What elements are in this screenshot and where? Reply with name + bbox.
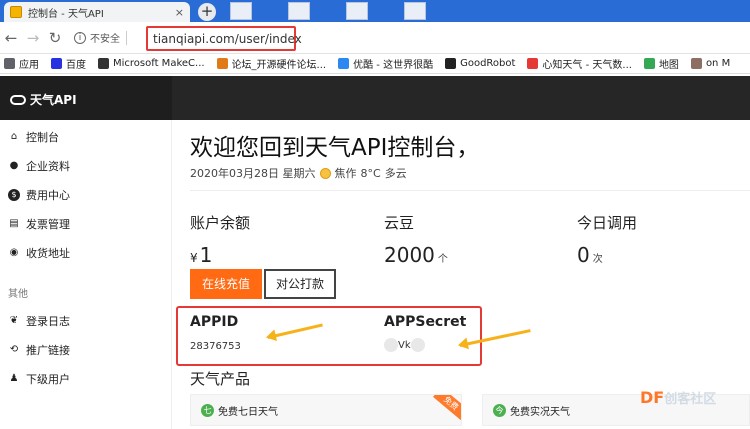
recharge-button[interactable]: 在线充值 (190, 269, 262, 299)
bookmark-icon (690, 58, 702, 69)
sidebar-item-referral[interactable]: ⟲ 推广链接 (0, 335, 171, 364)
weather-city: 焦作 (334, 167, 357, 180)
product-icon: 七 (201, 403, 214, 417)
desktop-file-icon (346, 2, 368, 20)
appid-value: 28376753 (190, 341, 241, 352)
stat-beans: 云豆 2000 个 (384, 212, 448, 267)
cloud-logo-icon (10, 94, 26, 105)
free-badge: 免费 (433, 395, 461, 421)
info-icon: i (74, 31, 86, 44)
sidebar-item-login-log[interactable]: ❦ 登录日志 (0, 306, 171, 335)
youku-icon (338, 58, 350, 69)
sidebar-item-billing[interactable]: $ 费用中心 (0, 180, 171, 209)
security-label: 不安全 (90, 34, 120, 45)
browser-tabstrip: 控制台 - 天气API × + (0, 0, 750, 22)
user-icon: ● (9, 159, 19, 171)
currency-symbol: ¥ (190, 251, 198, 265)
desktop-icons (230, 2, 426, 20)
section-divider (190, 190, 750, 191)
back-arrow-icon[interactable]: ← (0, 29, 22, 47)
github-icon (445, 58, 457, 69)
address-bar[interactable]: tianqiapi.com/user/index (146, 26, 302, 51)
balance-value: 1 (199, 243, 213, 267)
sidebar: ⌂ 控制台 ● 企业资料 $ 费用中心 ▤ 发票管理 ◉ 收货地址 其他 ❦ 登… (0, 120, 172, 429)
beans-value: 2000 (384, 243, 435, 267)
main-content: 欢迎您回到天气API控制台， 2020年03月28日 星期六 焦作 8°C 多云… (172, 120, 750, 429)
bookmark-item[interactable]: Microsoft MakeC... (98, 58, 205, 69)
product-card[interactable]: 七 免费七日天气 免费 (190, 394, 462, 426)
security-indicator[interactable]: i 不安全 (74, 30, 120, 45)
browser-tab[interactable]: 控制台 - 天气API × (4, 2, 190, 22)
footprint-icon: ❦ (9, 314, 19, 326)
weather-temp: 8°C (360, 166, 381, 180)
dollar-icon: $ (8, 188, 20, 201)
seniverse-icon (527, 58, 539, 69)
calls-unit: 次 (592, 254, 603, 265)
site-watermark: DF创客社区 (640, 388, 717, 407)
sidebar-item-dashboard[interactable]: ⌂ 控制台 (0, 122, 171, 151)
forward-arrow-icon[interactable]: → (22, 29, 44, 47)
balance-label: 账户余额 (190, 214, 251, 232)
product-icon: 今 (493, 403, 506, 417)
reload-icon[interactable]: ↻ (44, 29, 66, 47)
site-favicon-icon (10, 6, 22, 18)
bookmark-item[interactable]: 应用 (4, 56, 39, 71)
forum-icon (216, 58, 228, 69)
appsecret-label: APPSecret (384, 314, 467, 330)
partly-cloudy-icon (319, 167, 331, 179)
transfer-button[interactable]: 对公打款 (264, 269, 336, 299)
sidebar-item-address[interactable]: ◉ 收货地址 (0, 238, 171, 267)
products-title: 天气产品 (190, 370, 251, 388)
bookmark-item[interactable]: GoodRobot (445, 58, 515, 69)
date-weather-line: 2020年03月28日 星期六 焦作 8°C 多云 (190, 165, 407, 181)
desktop-file-icon (230, 2, 252, 20)
bookmark-item[interactable]: 百度 (51, 56, 86, 71)
page-title: 欢迎您回到天气API控制台， (190, 135, 480, 161)
sidebar-group-label: 其他 (8, 289, 28, 300)
desktop-file-icon (288, 2, 310, 20)
users-icon: ♟ (9, 372, 19, 384)
beans-label: 云豆 (384, 214, 415, 232)
stat-balance: 账户余额 ¥ 1 (190, 212, 250, 267)
microsoft-icon (98, 58, 109, 69)
bookmark-item[interactable]: 地图 (643, 56, 679, 71)
beans-unit: 个 (437, 254, 448, 265)
map-icon (643, 58, 655, 69)
blurred-secret (410, 338, 425, 352)
calls-value: 0 (577, 243, 590, 267)
appsecret-value: Vk (384, 338, 425, 352)
stat-calls: 今日调用 0 次 (577, 212, 637, 267)
share-icon: ⟲ (9, 343, 19, 355)
bookmark-item[interactable]: 优酷 - 这世界很酷 (338, 56, 433, 71)
blurred-secret (384, 338, 398, 352)
sidebar-item-company[interactable]: ● 企业资料 (0, 151, 171, 180)
tab-title: 控制台 - 天气API (28, 8, 104, 20)
current-date: 2020年03月28日 星期六 (190, 167, 316, 180)
browser-toolbar: ← → ↻ i 不安全 (0, 22, 750, 54)
weather-condition: 多云 (384, 167, 407, 180)
appid-label: APPID (190, 314, 239, 330)
baidu-icon (51, 58, 62, 69)
apps-grid-icon (4, 58, 15, 69)
calls-label: 今日调用 (577, 214, 638, 232)
toolbar-divider (126, 30, 127, 45)
bookmarks-bar: 应用 百度 Microsoft MakeC... 论坛_开源硬件论坛... 优酷… (0, 54, 750, 74)
site-logo[interactable]: 天气API (10, 91, 77, 108)
home-icon: ⌂ (10, 130, 18, 142)
invoice-icon: ▤ (9, 217, 19, 229)
bookmark-item[interactable]: 论坛_开源硬件论坛... (216, 56, 326, 71)
new-tab-button[interactable]: + (198, 3, 216, 21)
sidebar-item-invoice[interactable]: ▤ 发票管理 (0, 209, 171, 238)
sidebar-item-sub-users[interactable]: ♟ 下级用户 (0, 364, 171, 393)
location-icon: ◉ (9, 246, 19, 258)
sidebar-header: 天气API (0, 76, 172, 120)
bookmark-item[interactable]: on M (690, 58, 730, 69)
desktop-file-icon (404, 2, 426, 20)
bookmark-item[interactable]: 心知天气 - 天气数... (527, 56, 632, 71)
tab-close-icon[interactable]: × (175, 6, 184, 19)
